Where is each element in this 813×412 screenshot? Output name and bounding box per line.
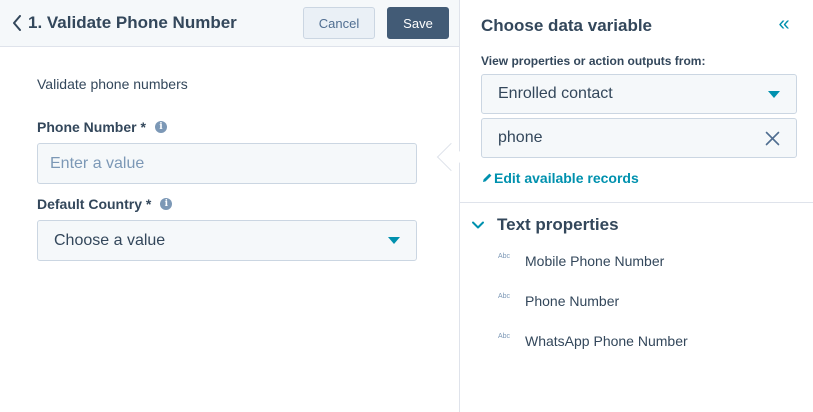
default-country-label: Default Country * i <box>37 196 173 212</box>
text-type-badge: Abc <box>498 292 511 300</box>
source-value: Enrolled contact <box>498 85 613 102</box>
edit-records-link[interactable]: Edit available records <box>481 170 639 186</box>
text-properties-group-toggle[interactable]: Text properties <box>471 215 619 235</box>
phone-number-placeholder: Enter a value <box>50 154 145 172</box>
caret-down-icon <box>388 237 400 244</box>
pencil-icon <box>481 172 493 184</box>
action-title: 1. Validate Phone Number <box>28 13 237 32</box>
text-type-badge: Abc <box>498 252 511 260</box>
phone-number-label-text: Phone Number * <box>37 119 146 135</box>
double-chevron-left-icon[interactable]: « <box>774 14 794 35</box>
source-select[interactable]: Enrolled contact <box>481 74 797 114</box>
close-icon[interactable] <box>765 131 780 146</box>
group-title: Text properties <box>497 215 619 234</box>
edit-records-label: Edit available records <box>494 170 639 186</box>
chevron-down-icon <box>471 218 485 232</box>
editor-header: 1. Validate Phone Number Cancel Save <box>0 0 459 47</box>
info-icon[interactable]: i <box>160 198 173 210</box>
property-option-mobile-phone-number[interactable]: Abc Mobile Phone Number <box>498 250 664 272</box>
property-label: Mobile Phone Number <box>525 253 665 269</box>
default-country-value: Choose a value <box>54 231 166 249</box>
default-country-select[interactable]: Choose a value <box>37 220 417 261</box>
variable-picker-panel: Choose data variable « View properties o… <box>459 0 813 412</box>
caret-down-icon <box>768 91 780 98</box>
section-divider <box>460 202 813 203</box>
property-label: WhatsApp Phone Number <box>525 333 688 349</box>
back-chevron-icon[interactable] <box>10 13 24 33</box>
phone-number-input[interactable]: Enter a value <box>37 143 417 184</box>
text-type-badge: Abc <box>498 332 511 340</box>
phone-number-label: Phone Number * i <box>37 119 167 135</box>
property-search-input[interactable]: phone <box>481 118 797 158</box>
property-option-whatsapp-phone-number[interactable]: Abc WhatsApp Phone Number <box>498 330 688 352</box>
cancel-button[interactable]: Cancel <box>303 7 375 39</box>
source-label: View properties or action outputs from: <box>481 54 706 68</box>
save-button[interactable]: Save <box>387 7 449 39</box>
property-label: Phone Number <box>525 293 620 309</box>
panel-title: Choose data variable <box>481 16 653 35</box>
default-country-label-text: Default Country * <box>37 196 152 212</box>
property-option-phone-number[interactable]: Abc Phone Number <box>498 290 619 312</box>
action-editor-panel: 1. Validate Phone Number Cancel Save Val… <box>0 0 459 412</box>
search-value: phone <box>498 129 543 146</box>
info-icon[interactable]: i <box>154 121 167 133</box>
action-description: Validate phone numbers <box>37 76 188 92</box>
